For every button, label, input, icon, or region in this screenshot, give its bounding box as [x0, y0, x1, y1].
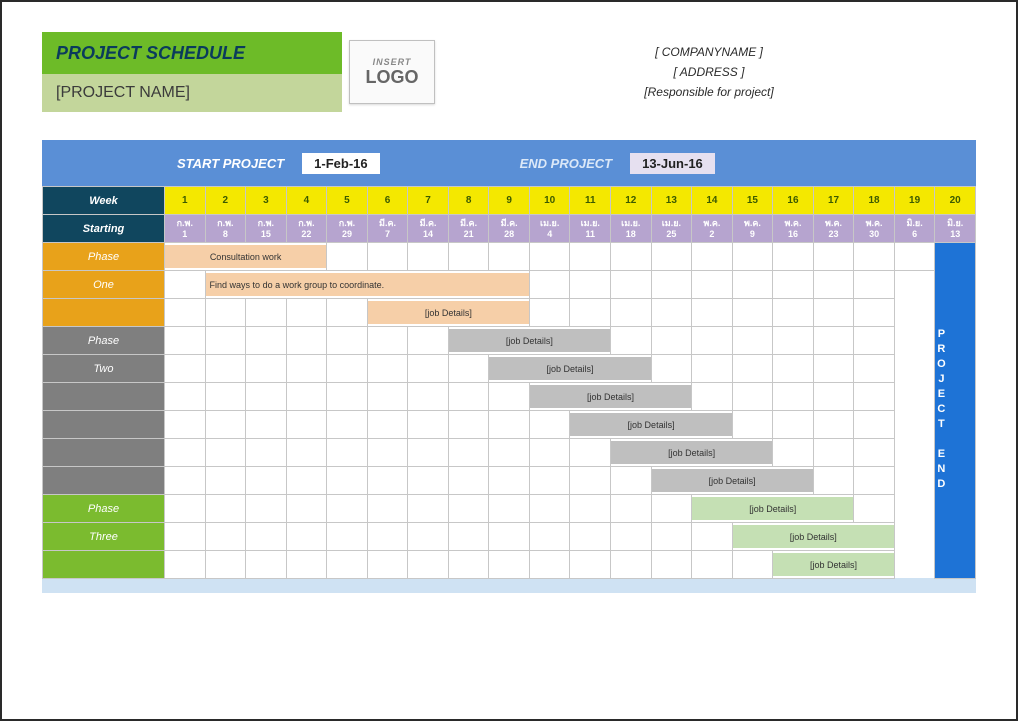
week-15: 15: [732, 187, 773, 215]
week-5: 5: [327, 187, 368, 215]
project-end-col: PROJECT END: [935, 243, 976, 579]
month-15: พ.ค.9: [732, 215, 773, 243]
week-16: 16: [773, 187, 814, 215]
phase1-row1: Phase Consultation work PROJECT END: [43, 243, 976, 271]
month-5: ก.พ.29: [327, 215, 368, 243]
phase1-label-b: One: [43, 271, 165, 299]
month-14: พ.ค.2: [692, 215, 733, 243]
week-2: 2: [205, 187, 246, 215]
week-9: 9: [489, 187, 530, 215]
company-name[interactable]: [ COMPANYNAME ]: [655, 45, 763, 59]
bar-p2-3[interactable]: [job Details]: [529, 383, 691, 411]
week-12: 12: [611, 187, 652, 215]
month-10: เม.ย.4: [529, 215, 570, 243]
phase2-row6: [job Details]: [43, 467, 976, 495]
bar-p2-5[interactable]: [job Details]: [611, 439, 773, 467]
starting-label: Starting: [43, 215, 165, 243]
footer-strip: [43, 579, 976, 593]
bar-p2-4[interactable]: [job Details]: [570, 411, 732, 439]
start-project-value[interactable]: 1-Feb-16: [302, 153, 379, 174]
month-13: เม.ย.25: [651, 215, 692, 243]
bar-p3-1[interactable]: [job Details]: [692, 495, 854, 523]
week-18: 18: [854, 187, 895, 215]
week-8: 8: [448, 187, 489, 215]
month-17: พ.ค.23: [813, 215, 854, 243]
month-6: มี.ค.7: [367, 215, 408, 243]
gantt-table: Week 1 2 3 4 5 6 7 8 9 10 11 12 13 14 15…: [42, 186, 976, 593]
title-block: PROJECT SCHEDULE [PROJECT NAME]: [42, 32, 342, 112]
phase3-label-a: Phase: [43, 495, 165, 523]
project-name[interactable]: [PROJECT NAME]: [42, 74, 342, 112]
month-12: เม.ย.18: [611, 215, 652, 243]
week-10: 10: [529, 187, 570, 215]
week-20: 20: [935, 187, 976, 215]
phase1-row3: [job Details]: [43, 299, 976, 327]
phase3-row2: Three [job Details]: [43, 523, 976, 551]
month-19: มิ.ย.6: [894, 215, 935, 243]
month-18: พ.ค.30: [854, 215, 895, 243]
month-1: ก.พ.1: [165, 215, 206, 243]
date-band: START PROJECT 1-Feb-16 END PROJECT 13-Ju…: [42, 140, 976, 186]
month-11: เม.ย.11: [570, 215, 611, 243]
schedule-title: PROJECT SCHEDULE: [42, 32, 342, 74]
starting-row: Starting ก.พ.1 ก.พ.8 ก.พ.15 ก.พ.22 ก.พ.2…: [43, 215, 976, 243]
month-7: มี.ค.14: [408, 215, 449, 243]
phase3-row3: [job Details]: [43, 551, 976, 579]
phase3-label-b: Three: [43, 523, 165, 551]
bar-p1-job[interactable]: [job Details]: [367, 299, 529, 327]
end-project-label: END PROJECT: [520, 156, 612, 171]
bar-find[interactable]: Find ways to do a work group to coordina…: [205, 271, 529, 299]
month-9: มี.ค.28: [489, 215, 530, 243]
phase2-row1: Phase [job Details]: [43, 327, 976, 355]
logo-block[interactable]: INSERT LOGO: [342, 32, 442, 112]
week-19: 19: [894, 187, 935, 215]
month-8: มี.ค.21: [448, 215, 489, 243]
month-16: พ.ค.16: [773, 215, 814, 243]
week-13: 13: [651, 187, 692, 215]
month-3: ก.พ.15: [246, 215, 287, 243]
bar-p3-2[interactable]: [job Details]: [732, 523, 894, 551]
month-20: มิ.ย.13: [935, 215, 976, 243]
month-4: ก.พ.22: [286, 215, 327, 243]
week-4: 4: [286, 187, 327, 215]
logo-text: LOGO: [366, 67, 419, 88]
phase2-label-a: Phase: [43, 327, 165, 355]
phase1-label-a: Phase: [43, 243, 165, 271]
bar-p2-1[interactable]: [job Details]: [448, 327, 610, 355]
week-7: 7: [408, 187, 449, 215]
bar-p2-2[interactable]: [job Details]: [489, 355, 651, 383]
bar-consult[interactable]: Consultation work: [165, 243, 327, 271]
week-label: Week: [43, 187, 165, 215]
week-3: 3: [246, 187, 287, 215]
logo-insert-text: INSERT: [373, 57, 412, 67]
phase2-row5: [job Details]: [43, 439, 976, 467]
start-project-label: START PROJECT: [177, 156, 284, 171]
month-2: ก.พ.8: [205, 215, 246, 243]
week-6: 6: [367, 187, 408, 215]
week-11: 11: [570, 187, 611, 215]
phase2-row4: [job Details]: [43, 411, 976, 439]
phase2-label-b: Two: [43, 355, 165, 383]
week-17: 17: [813, 187, 854, 215]
logo-placeholder[interactable]: INSERT LOGO: [349, 40, 435, 104]
week-1: 1: [165, 187, 206, 215]
phase3-row1: Phase [job Details]: [43, 495, 976, 523]
bar-p3-3[interactable]: [job Details]: [773, 551, 895, 579]
meta-block: [ COMPANYNAME ] [ ADDRESS ] [Responsible…: [442, 32, 976, 112]
phase1-row2: One Find ways to do a work group to coor…: [43, 271, 976, 299]
phase1-spacer: [43, 299, 165, 327]
week-14: 14: [692, 187, 733, 215]
week-row: Week 1 2 3 4 5 6 7 8 9 10 11 12 13 14 15…: [43, 187, 976, 215]
bar-p2-6[interactable]: [job Details]: [651, 467, 813, 495]
end-project-value[interactable]: 13-Jun-16: [630, 153, 715, 174]
header: PROJECT SCHEDULE [PROJECT NAME] INSERT L…: [42, 32, 976, 112]
address[interactable]: [ ADDRESS ]: [674, 65, 745, 79]
phase2-row2: Two [job Details]: [43, 355, 976, 383]
phase2-row3: [job Details]: [43, 383, 976, 411]
responsible[interactable]: [Responsible for project]: [644, 85, 773, 99]
